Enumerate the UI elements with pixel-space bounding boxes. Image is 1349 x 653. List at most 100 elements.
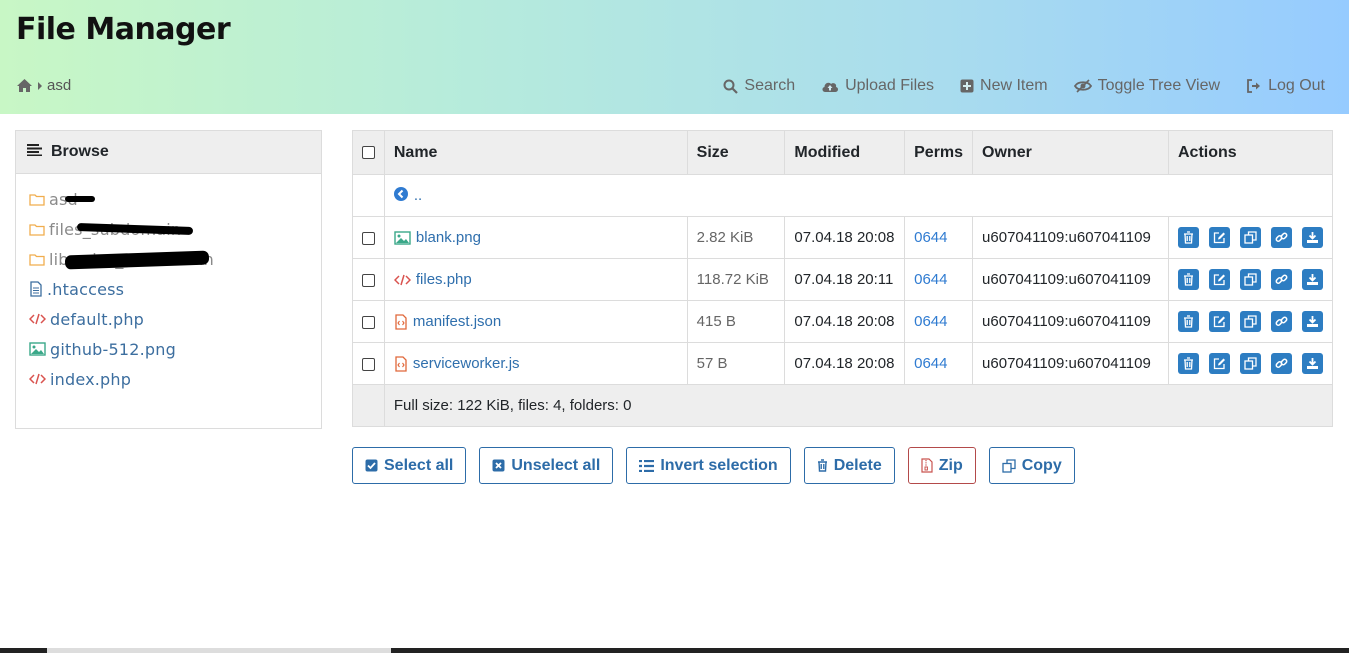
link-action-button[interactable]	[1271, 311, 1292, 332]
size-cell: 415 B	[686, 300, 786, 343]
invert-selection-button[interactable]: Invert selection	[626, 447, 791, 484]
scrollbar-thumb[interactable]	[47, 648, 391, 653]
owner-cell: u607041109:u607041109	[972, 258, 1169, 301]
tree-item-file[interactable]: .htaccess	[29, 274, 321, 304]
header-name[interactable]: Name	[383, 130, 688, 175]
row-checkbox[interactable]	[361, 231, 375, 245]
window-bottom-edge	[0, 648, 1349, 653]
download-action-button[interactable]	[1302, 353, 1323, 374]
name-cell: blank.png	[383, 216, 688, 259]
tree-item-folder[interactable]: asd	[29, 184, 321, 214]
file-name-link[interactable]: files.php	[416, 271, 472, 288]
trash-icon	[1183, 231, 1194, 244]
perms-link[interactable]: 0644	[904, 300, 974, 343]
download-action-button[interactable]	[1302, 311, 1323, 332]
link-action-button[interactable]	[1271, 269, 1292, 290]
row-checkbox-cell[interactable]	[352, 258, 385, 301]
copy-button[interactable]: Copy	[988, 447, 1075, 484]
download-icon	[1306, 273, 1319, 286]
header-perms[interactable]: Perms	[904, 130, 974, 175]
download-action-button[interactable]	[1302, 227, 1323, 248]
select-all-header[interactable]	[352, 130, 385, 175]
delete-action-button[interactable]	[1178, 353, 1199, 374]
file-name-link[interactable]: blank.png	[416, 229, 481, 246]
home-icon[interactable]	[16, 78, 33, 93]
link-action-button[interactable]	[1271, 227, 1292, 248]
select-all-checkbox[interactable]	[361, 145, 375, 159]
table-footer-row: Full size: 122 KiB, files: 4, folders: 0	[352, 384, 1334, 427]
name-cell: serviceworker.js	[383, 342, 688, 385]
breadcrumb-current[interactable]: asd	[47, 77, 71, 94]
link-action-button[interactable]	[1271, 353, 1292, 374]
actions-cell	[1168, 258, 1333, 301]
delete-action-button[interactable]	[1178, 311, 1199, 332]
row-checkbox[interactable]	[361, 273, 375, 287]
size-cell: 2.82 KiB	[686, 216, 786, 259]
actions-cell	[1168, 342, 1333, 385]
file-table-wrapper: Name Size Modified Perms Owner Actions .…	[352, 130, 1334, 427]
delete-action-button[interactable]	[1178, 269, 1199, 290]
nav-new-item[interactable]: New Item	[960, 77, 1048, 95]
tree-item-folder[interactable]: files_subdomain	[29, 214, 321, 244]
row-checkbox-cell[interactable]	[352, 342, 385, 385]
code-icon	[29, 313, 46, 325]
download-action-button[interactable]	[1302, 269, 1323, 290]
file-name-link[interactable]: manifest.json	[413, 313, 501, 330]
nav-upload-files[interactable]: Upload Files	[821, 77, 934, 95]
image-icon	[394, 230, 411, 245]
search-icon	[723, 79, 739, 94]
app-header: File Manager asd Search Upload Files New…	[0, 0, 1349, 114]
browse-tree: asd files_subdomain libraries_subdomain …	[16, 174, 321, 394]
select-all-button[interactable]: Select all	[352, 447, 467, 484]
copy-icon	[1244, 315, 1257, 328]
header-owner[interactable]: Owner	[972, 130, 1169, 175]
select-all-label: Select all	[384, 456, 454, 474]
delete-action-button[interactable]	[1178, 227, 1199, 248]
row-checkbox[interactable]	[361, 315, 375, 329]
copy-action-button[interactable]	[1240, 311, 1261, 332]
link-icon	[1275, 315, 1288, 328]
delete-button[interactable]: Delete	[803, 447, 895, 484]
rename-action-button[interactable]	[1209, 227, 1230, 248]
tree-item-file[interactable]: index.php	[29, 364, 321, 394]
zip-button[interactable]: Zip	[907, 447, 976, 484]
tree-item-folder[interactable]: libraries_subdomain	[29, 244, 321, 274]
perms-link[interactable]: 0644	[904, 216, 974, 259]
tree-item-label: index.php	[50, 369, 132, 389]
file-text-icon	[29, 281, 43, 297]
parent-dir-cell[interactable]: ..	[383, 174, 1334, 217]
tree-item-file[interactable]: github-512.png	[29, 334, 321, 364]
rename-action-button[interactable]	[1209, 311, 1230, 332]
header-modified[interactable]: Modified	[784, 130, 906, 175]
header-size[interactable]: Size	[686, 130, 786, 175]
perms-link[interactable]: 0644	[904, 342, 974, 385]
copy-action-button[interactable]	[1240, 353, 1261, 374]
row-checkbox-cell[interactable]	[352, 300, 385, 343]
file-table: Name Size Modified Perms Owner Actions .…	[352, 130, 1334, 427]
parent-dir-link[interactable]: ..	[414, 187, 422, 204]
download-icon	[1306, 315, 1319, 328]
nav-search[interactable]: Search	[723, 77, 795, 95]
eye-slash-icon	[1073, 79, 1092, 93]
plus-square-icon	[960, 79, 974, 93]
trash-icon	[1183, 357, 1194, 370]
trash-icon	[1183, 315, 1194, 328]
tree-item-file[interactable]: default.php	[29, 304, 321, 334]
file-name-link[interactable]: serviceworker.js	[413, 355, 520, 372]
delete-label: Delete	[833, 456, 882, 474]
row-checkbox-cell[interactable]	[352, 216, 385, 259]
row-checkbox[interactable]	[361, 357, 375, 371]
nav-log-out[interactable]: Log Out	[1246, 77, 1325, 95]
link-icon	[1275, 273, 1288, 286]
nav-toggle-tree[interactable]: Toggle Tree View	[1073, 77, 1220, 95]
rename-action-button[interactable]	[1209, 353, 1230, 374]
actions-cell	[1168, 216, 1333, 259]
unselect-all-button[interactable]: Unselect all	[479, 447, 614, 484]
top-nav: Search Upload Files New Item Toggle Tree…	[723, 77, 1325, 95]
edit-icon	[1213, 357, 1226, 370]
rename-action-button[interactable]	[1209, 269, 1230, 290]
copy-action-button[interactable]	[1240, 269, 1261, 290]
tree-item-label: github-512.png	[50, 339, 176, 359]
perms-link[interactable]: 0644	[904, 258, 974, 301]
copy-action-button[interactable]	[1240, 227, 1261, 248]
